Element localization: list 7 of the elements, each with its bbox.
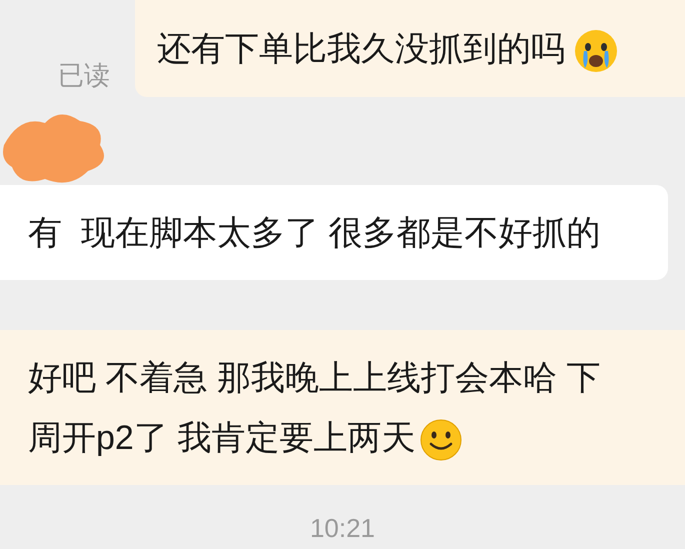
message-text: 还有下单比我久没抓到的吗 bbox=[157, 18, 619, 78]
crying-face-icon bbox=[573, 28, 619, 74]
message-text: 好吧 不着急 那我晚上上线打会本哈 下 周开p2了 我肯定要上两天 bbox=[28, 348, 600, 468]
read-status: 已读 bbox=[57, 59, 111, 92]
message-time: 10:21 bbox=[310, 512, 376, 545]
message-text: 有 现在脚本太多了 很多都是不好抓的 bbox=[28, 212, 600, 254]
smiling-face-icon bbox=[419, 418, 464, 462]
